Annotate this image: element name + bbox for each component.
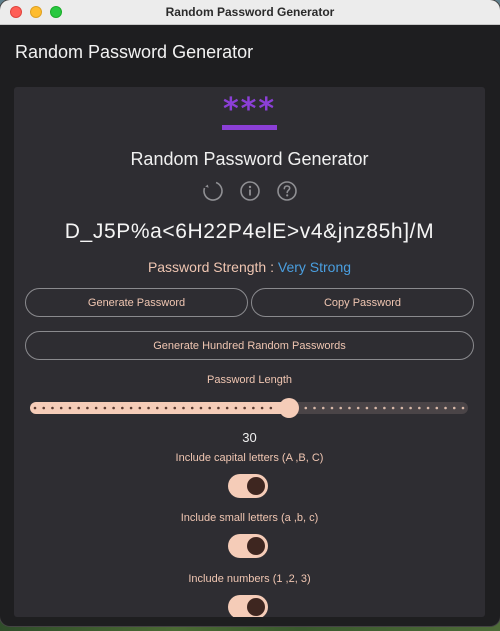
- slider-tick: [461, 406, 465, 410]
- slider-tick: [155, 406, 159, 410]
- toggle-knob: [247, 598, 265, 616]
- slider-tick: [234, 406, 238, 410]
- slider-tick: [418, 406, 421, 410]
- generator-card: *** Random Password Generator D_J5P%a<6H…: [14, 87, 485, 617]
- slider-tick: [304, 406, 308, 410]
- small-letters-toggle[interactable]: [228, 534, 268, 558]
- app-window: Random Password Generator Random Passwor…: [0, 0, 500, 626]
- help-icon[interactable]: [276, 180, 298, 202]
- slider-tick: [173, 406, 177, 410]
- slider-tick: [217, 406, 220, 410]
- app-bar-title: Random Password Generator: [15, 41, 254, 62]
- password-length-slider[interactable]: [30, 398, 468, 418]
- slider-tick: [138, 406, 142, 410]
- window-title: Random Password Generator: [165, 5, 335, 19]
- capital-letters-toggle[interactable]: [228, 474, 268, 498]
- generated-password: D_J5P%a<6H22P4elE>v4&jnz85h]/M: [64, 220, 435, 243]
- slider-tick: [182, 406, 185, 410]
- slider-tick: [391, 406, 395, 410]
- slider-tick: [33, 406, 37, 410]
- slider-tick: [313, 406, 316, 410]
- card-title: Random Password Generator: [130, 149, 369, 169]
- slider-tick: [112, 406, 115, 410]
- slider-thumb[interactable]: [279, 398, 299, 418]
- slider-tick: [190, 406, 194, 410]
- app-bar: Random Password Generator: [0, 25, 500, 79]
- slider-tick: [103, 406, 107, 410]
- slider-tick: [252, 406, 255, 410]
- slider-tick: [435, 406, 439, 410]
- slider-tick: [269, 406, 273, 410]
- slider-tick: [400, 406, 404, 410]
- refresh-icon[interactable]: [202, 180, 224, 202]
- slider-tick: [94, 406, 98, 410]
- strength-label: Password Strength :: [147, 259, 278, 275]
- slider-tick: [243, 406, 246, 410]
- logo-asterisks: ***: [222, 92, 277, 127]
- small-letters-label: Include small letters (a ,b, c): [180, 512, 319, 524]
- generate-password-button[interactable]: Generate Password: [25, 288, 248, 317]
- slider-tick: [129, 406, 133, 410]
- slider-tick: [260, 406, 264, 410]
- slider-tick: [164, 406, 168, 410]
- slider-tick: [426, 406, 430, 410]
- slider-tick: [356, 406, 360, 410]
- slider-tick: [444, 406, 447, 410]
- slider-tick: [365, 406, 369, 410]
- generate-hundred-button[interactable]: Generate Hundred Random Passwords: [25, 331, 474, 360]
- slider-tick: [77, 406, 80, 410]
- toggle-knob: [247, 537, 265, 555]
- password-length-label: Password Length: [207, 374, 292, 386]
- slider-tick: [208, 406, 211, 410]
- slider-tick: [86, 406, 89, 410]
- slider-tick: [339, 406, 343, 410]
- icon-toolbar: [14, 180, 485, 202]
- slider-tick: [42, 406, 46, 410]
- slider-tick: [321, 406, 325, 410]
- slider-tick: [199, 406, 203, 410]
- slider-tick: [374, 406, 377, 410]
- slider-tick: [330, 406, 334, 410]
- info-icon[interactable]: [239, 180, 261, 202]
- slider-tick: [68, 406, 72, 410]
- slider-tick: [348, 406, 351, 410]
- slider-tick: [383, 406, 386, 410]
- window-titlebar: Random Password Generator: [0, 0, 500, 25]
- numbers-toggle[interactable]: [228, 595, 268, 617]
- password-strength: Password Strength : Very Strong: [14, 259, 485, 275]
- numbers-label: Include numbers (1 ,2, 3): [188, 573, 311, 585]
- slider-tick: [452, 406, 456, 410]
- slider-tick: [409, 406, 412, 410]
- capital-letters-label: Include capital letters (A ,B, C): [175, 452, 324, 464]
- slider-tick: [147, 406, 150, 410]
- toggle-knob: [247, 477, 265, 495]
- slider-tick: [121, 406, 124, 410]
- slider-tick: [59, 406, 63, 410]
- slider-tick-marks: [33, 406, 465, 410]
- password-length-value: 30: [242, 430, 257, 445]
- logo-underline: [222, 125, 277, 130]
- slider-tick: [225, 406, 229, 410]
- strength-value: Very Strong: [277, 259, 352, 275]
- slider-tick: [51, 406, 54, 410]
- copy-password-button[interactable]: Copy Password: [251, 288, 474, 317]
